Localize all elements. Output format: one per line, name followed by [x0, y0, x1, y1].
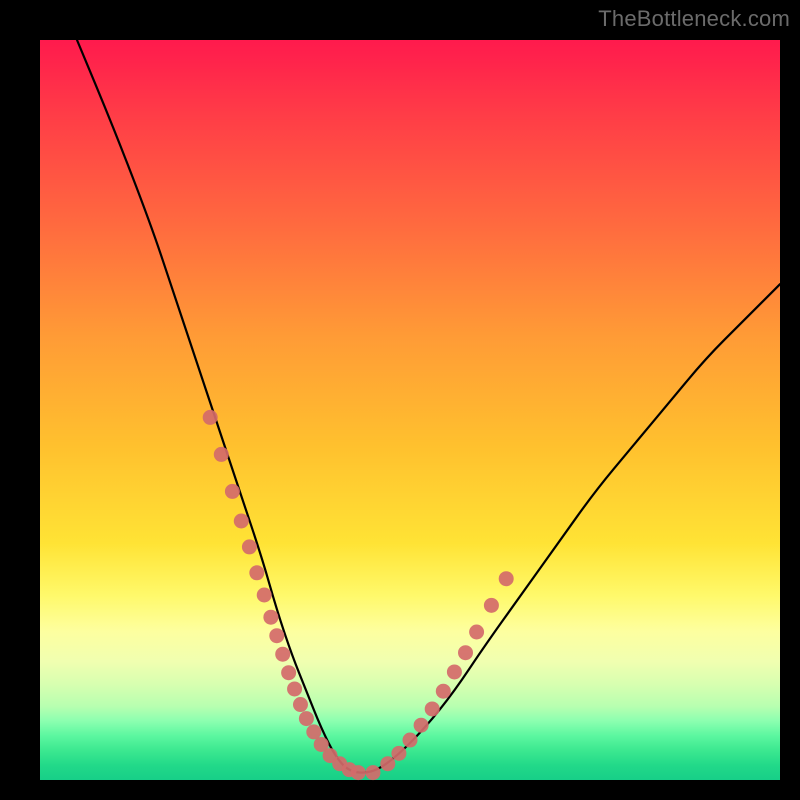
highlight-dot: [269, 628, 284, 643]
highlight-dot: [287, 681, 302, 696]
highlight-dot: [306, 724, 321, 739]
highlight-dot: [203, 410, 218, 425]
highlight-dot: [225, 484, 240, 499]
highlight-dot: [249, 565, 264, 580]
highlight-dot: [436, 684, 451, 699]
highlight-dots: [203, 410, 514, 780]
highlight-dot: [425, 701, 440, 716]
highlight-dot: [281, 665, 296, 680]
highlight-dot: [366, 765, 381, 780]
highlight-dot: [242, 539, 257, 554]
highlight-dot: [499, 571, 514, 586]
bottleneck-curve: [77, 40, 780, 773]
watermark-text: TheBottleneck.com: [598, 6, 790, 32]
highlight-dot: [403, 733, 418, 748]
highlight-dot: [458, 645, 473, 660]
highlight-dot: [299, 711, 314, 726]
highlight-dot: [234, 514, 249, 529]
chart-frame: TheBottleneck.com: [0, 0, 800, 800]
highlight-dot: [275, 647, 290, 662]
highlight-dot: [257, 588, 272, 603]
highlight-dot: [380, 756, 395, 771]
highlight-dot: [263, 610, 278, 625]
highlight-dot: [214, 447, 229, 462]
highlight-dot: [414, 718, 429, 733]
curve-layer: [40, 40, 780, 780]
highlight-dot: [447, 664, 462, 679]
highlight-dot: [484, 598, 499, 613]
highlight-dot: [351, 765, 366, 780]
highlight-dot: [469, 625, 484, 640]
highlight-dot: [391, 746, 406, 761]
plot-area: [40, 40, 780, 780]
highlight-dot: [293, 697, 308, 712]
